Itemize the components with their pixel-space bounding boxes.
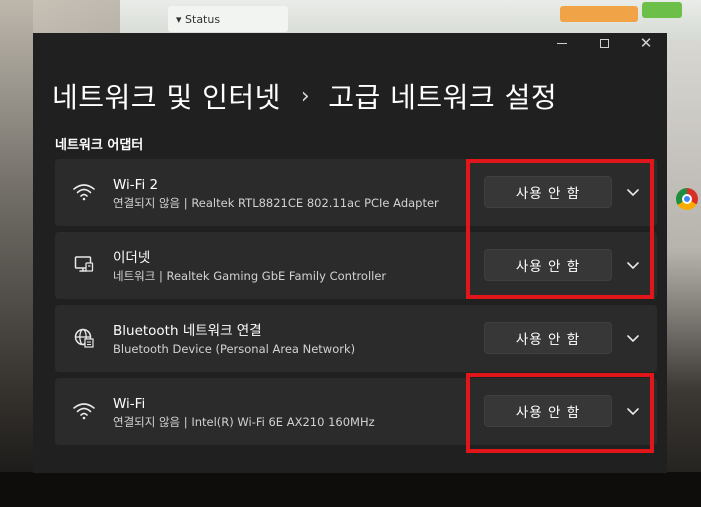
breadcrumb: 네트워크 및 인터넷 › 고급 네트워크 설정 — [52, 76, 557, 116]
background-orange-tag — [560, 6, 638, 22]
adapter-name: Wi-Fi — [113, 396, 146, 412]
disable-button[interactable]: 사용 안 함 — [484, 395, 612, 427]
chevron-down-icon[interactable] — [623, 256, 643, 276]
adapter-name: Bluetooth 네트워크 연결 — [113, 323, 262, 339]
chevron-down-icon[interactable] — [623, 329, 643, 349]
wifi-icon — [73, 400, 95, 422]
chevron-down-icon[interactable] — [623, 183, 643, 203]
breadcrumb-parent-link[interactable]: 네트워크 및 인터넷 — [52, 76, 281, 116]
adapter-row-ethernet[interactable]: 이더넷 네트워크 | Realtek Gaming GbE Family Con… — [55, 232, 657, 299]
adapter-description: Bluetooth Device (Personal Area Network) — [113, 342, 356, 356]
adapter-row-bluetooth[interactable]: Bluetooth 네트워크 연결 Bluetooth Device (Pers… — [55, 305, 657, 372]
adapter-text: Wi-Fi 2 연결되지 않음 | Realtek RTL8821CE 802.… — [113, 176, 439, 211]
chrome-browser-icon — [676, 188, 698, 210]
ethernet-icon — [73, 254, 95, 276]
close-icon: ✕ — [639, 33, 653, 52]
adapter-name: 이더넷 — [113, 250, 151, 266]
adapter-description: 네트워크 | Realtek Gaming GbE Family Control… — [113, 269, 387, 283]
screenshot-root: ▾ Status ✕ 네트워크 및 인터넷 › 고급 네트워크 설정 네트워크 … — [0, 0, 701, 507]
adapter-text: 이더넷 네트워크 | Realtek Gaming GbE Family Con… — [113, 249, 386, 284]
background-green-tag — [642, 2, 682, 18]
minimize-icon — [557, 42, 567, 44]
adapter-row-wifi[interactable]: Wi-Fi 연결되지 않음 | Intel(R) Wi-Fi 6E AX210 … — [55, 378, 657, 445]
adapter-row-wifi-2[interactable]: Wi-Fi 2 연결되지 않음 | Realtek RTL8821CE 802.… — [55, 159, 657, 226]
adapter-description: 연결되지 않음 | Intel(R) Wi-Fi 6E AX210 160MHz — [113, 415, 375, 429]
adapter-text: Bluetooth 네트워크 연결 Bluetooth Device (Pers… — [113, 322, 355, 357]
bluetooth-network-icon — [73, 327, 95, 349]
background-bottom-edge — [0, 472, 701, 507]
background-left-edge — [0, 0, 33, 507]
disable-button[interactable]: 사용 안 함 — [484, 249, 612, 281]
chevron-down-icon[interactable] — [623, 402, 643, 422]
close-button[interactable]: ✕ — [625, 33, 667, 53]
minimize-button[interactable] — [541, 33, 583, 53]
maximize-button[interactable] — [583, 33, 625, 53]
disable-button[interactable]: 사용 안 함 — [484, 322, 612, 354]
window-controls: ✕ — [537, 33, 667, 53]
wifi-icon — [73, 181, 95, 203]
adapter-list: Wi-Fi 2 연결되지 않음 | Realtek RTL8821CE 802.… — [55, 159, 657, 451]
background-status-card: ▾ Status — [168, 6, 288, 32]
section-title-network-adapters: 네트워크 어댑터 — [55, 138, 144, 153]
adapter-text: Wi-Fi 연결되지 않음 | Intel(R) Wi-Fi 6E AX210 … — [113, 395, 375, 430]
page-title: 고급 네트워크 설정 — [328, 81, 558, 114]
settings-window: ✕ 네트워크 및 인터넷 › 고급 네트워크 설정 네트워크 어댑터 Wi-Fi… — [33, 33, 667, 473]
breadcrumb-separator: › — [300, 83, 311, 109]
adapter-name: Wi-Fi 2 — [113, 177, 159, 193]
disable-button[interactable]: 사용 안 함 — [484, 176, 612, 208]
maximize-icon — [599, 38, 609, 48]
background-right-edge — [666, 40, 701, 507]
adapter-description: 연결되지 않음 | Realtek RTL8821CE 802.11ac PCI… — [113, 196, 439, 210]
